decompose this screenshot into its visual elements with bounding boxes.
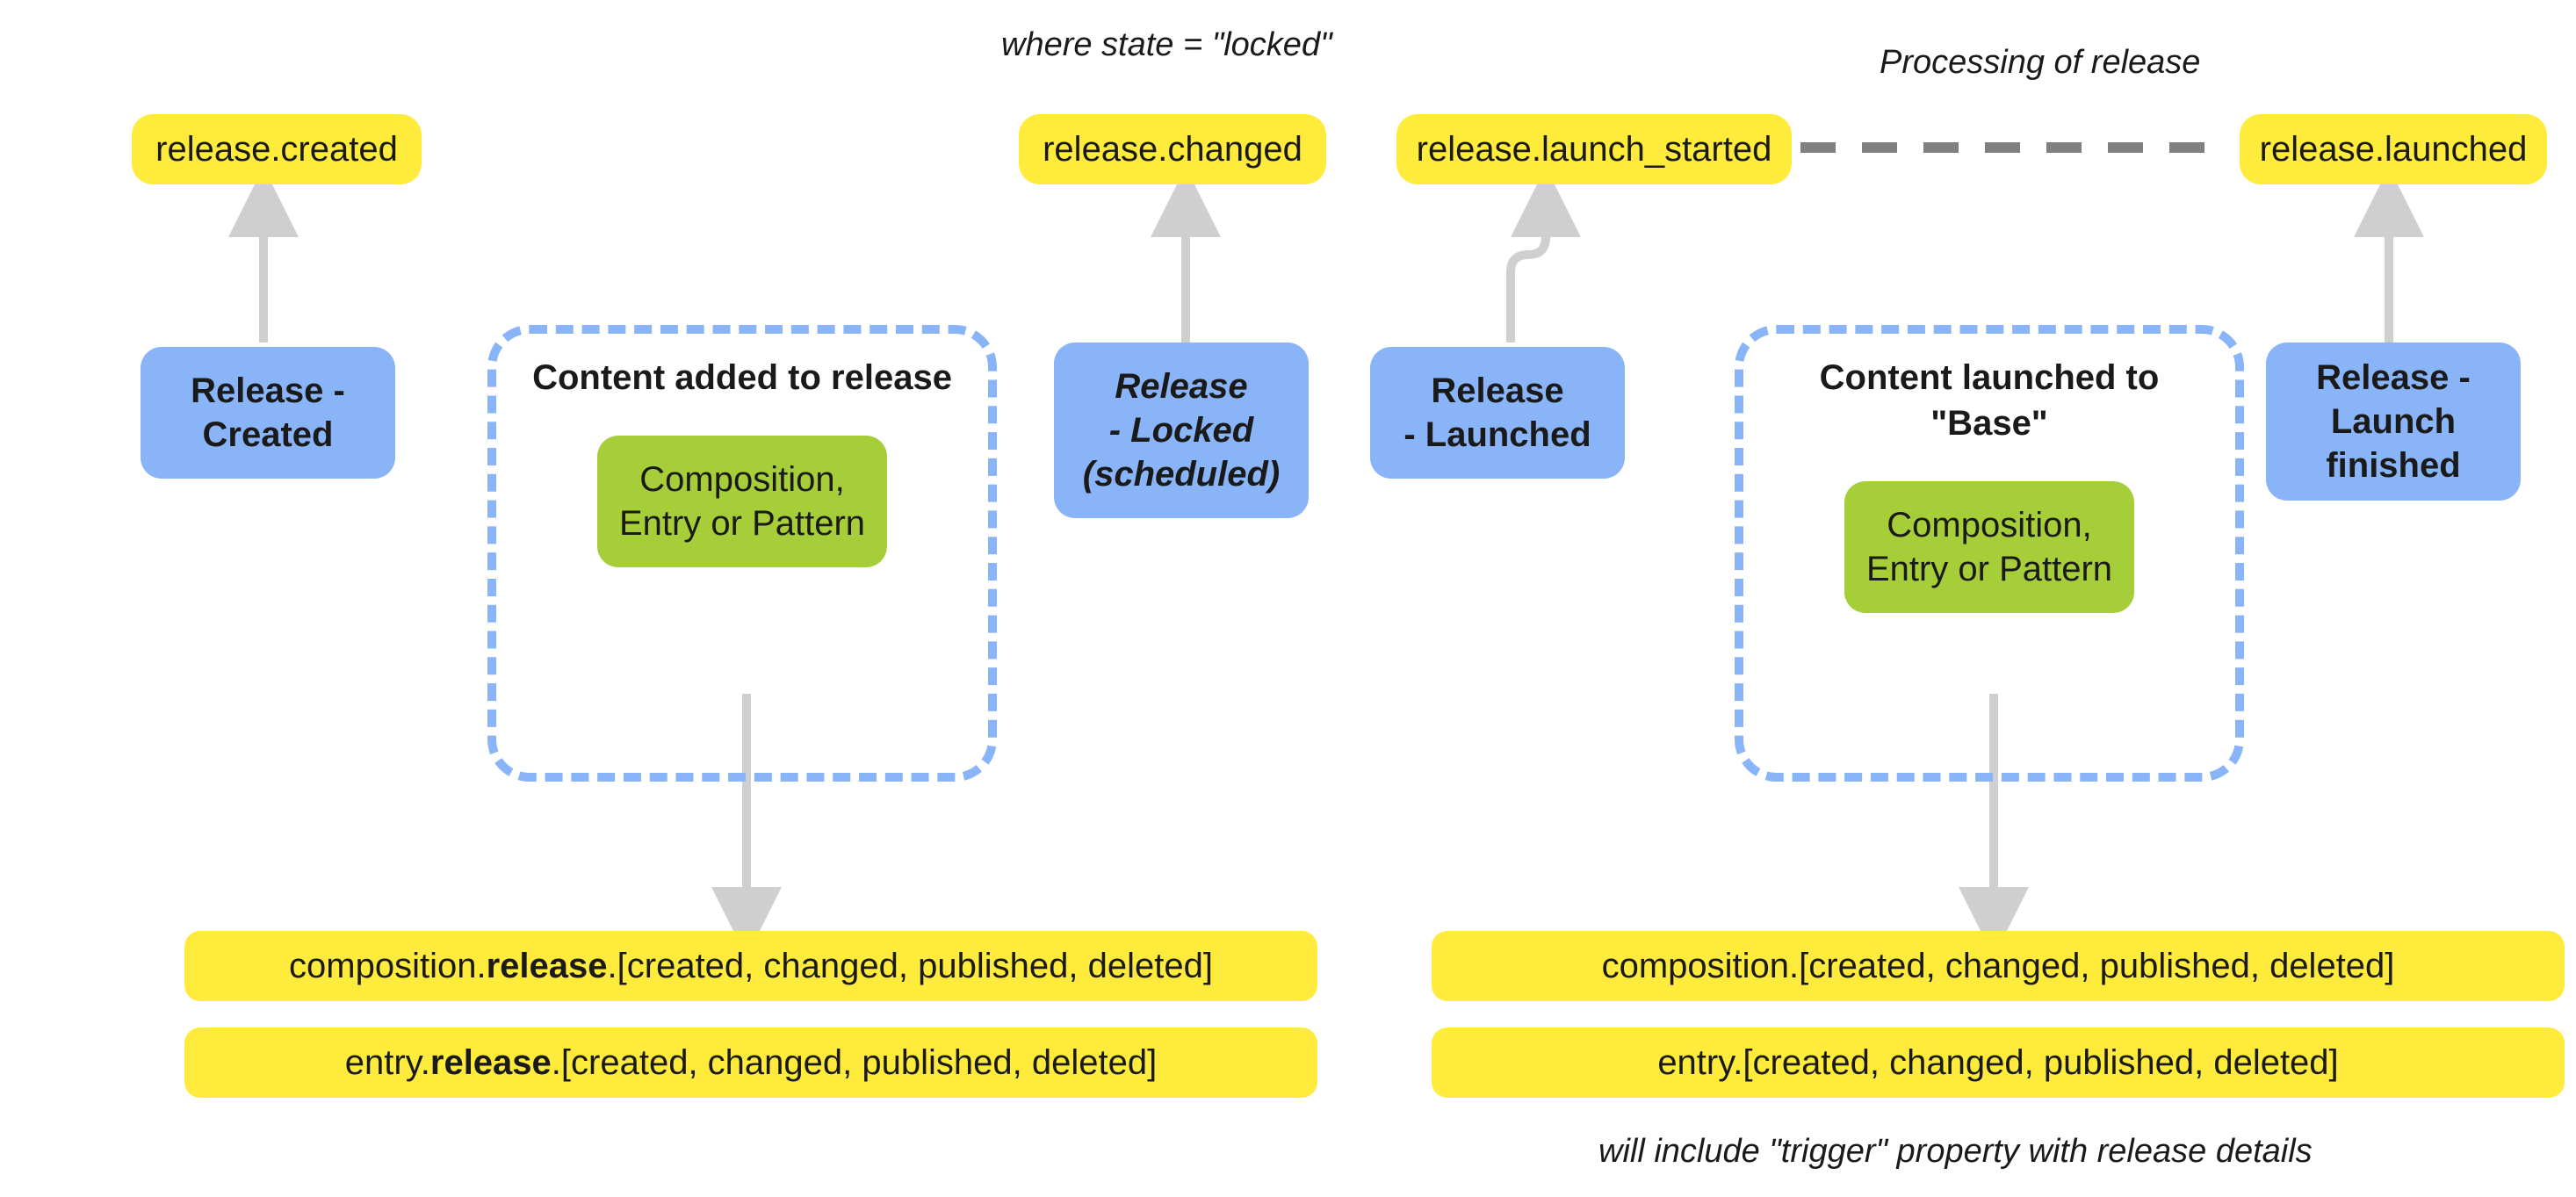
- annotation-where-state: where state = "locked": [1001, 26, 1332, 64]
- group-title: Content launched to "Base": [1743, 355, 2235, 446]
- group-content-launched: Content launched to "Base" Composition, …: [1735, 325, 2244, 782]
- state-label: Release - Created: [162, 369, 374, 457]
- bar-text: composition.release.[created, changed, p…: [289, 947, 1213, 986]
- event-release-changed: release.changed: [1019, 114, 1326, 184]
- chip-composition-entry-pattern-launched: Composition, Entry or Pattern: [1844, 481, 2134, 613]
- bar-entry-release-events: entry.release.[created, changed, publish…: [184, 1028, 1317, 1098]
- chip-composition-entry-pattern-added: Composition, Entry or Pattern: [597, 436, 887, 567]
- diagram-canvas: where state = "locked" Processing of rel…: [0, 0, 2576, 1197]
- annotation-processing: Processing of release: [1880, 44, 2200, 82]
- bar-text: composition.[created, changed, published…: [1602, 947, 2395, 986]
- state-label: Release - Launched: [1403, 369, 1591, 457]
- state-label: Release - Locked (scheduled): [1075, 364, 1288, 496]
- event-release-launch-started: release.launch_started: [1396, 114, 1792, 184]
- bar-composition-release-events: composition.release.[created, changed, p…: [184, 931, 1317, 1001]
- bar-entry-events: entry.[created, changed, published, dele…: [1432, 1028, 2565, 1098]
- bar-text: entry.[created, changed, published, dele…: [1657, 1043, 2338, 1083]
- group-title: Content added to release: [496, 355, 988, 400]
- group-content-added: Content added to release Composition, En…: [487, 325, 997, 782]
- event-release-launched: release.launched: [2240, 114, 2547, 184]
- event-release-created: release.created: [132, 114, 422, 184]
- state-release-locked: Release - Locked (scheduled): [1054, 343, 1309, 518]
- bar-composition-events: composition.[created, changed, published…: [1432, 931, 2565, 1001]
- state-release-created: Release - Created: [141, 347, 395, 479]
- state-release-launch-finished: Release - Launch finished: [2266, 343, 2521, 501]
- annotation-trigger: will include "trigger" property with rel…: [1598, 1133, 2313, 1171]
- state-label: Release - Launch finished: [2287, 356, 2500, 487]
- bar-text: entry.release.[created, changed, publish…: [345, 1043, 1157, 1083]
- state-release-launched: Release - Launched: [1370, 347, 1625, 479]
